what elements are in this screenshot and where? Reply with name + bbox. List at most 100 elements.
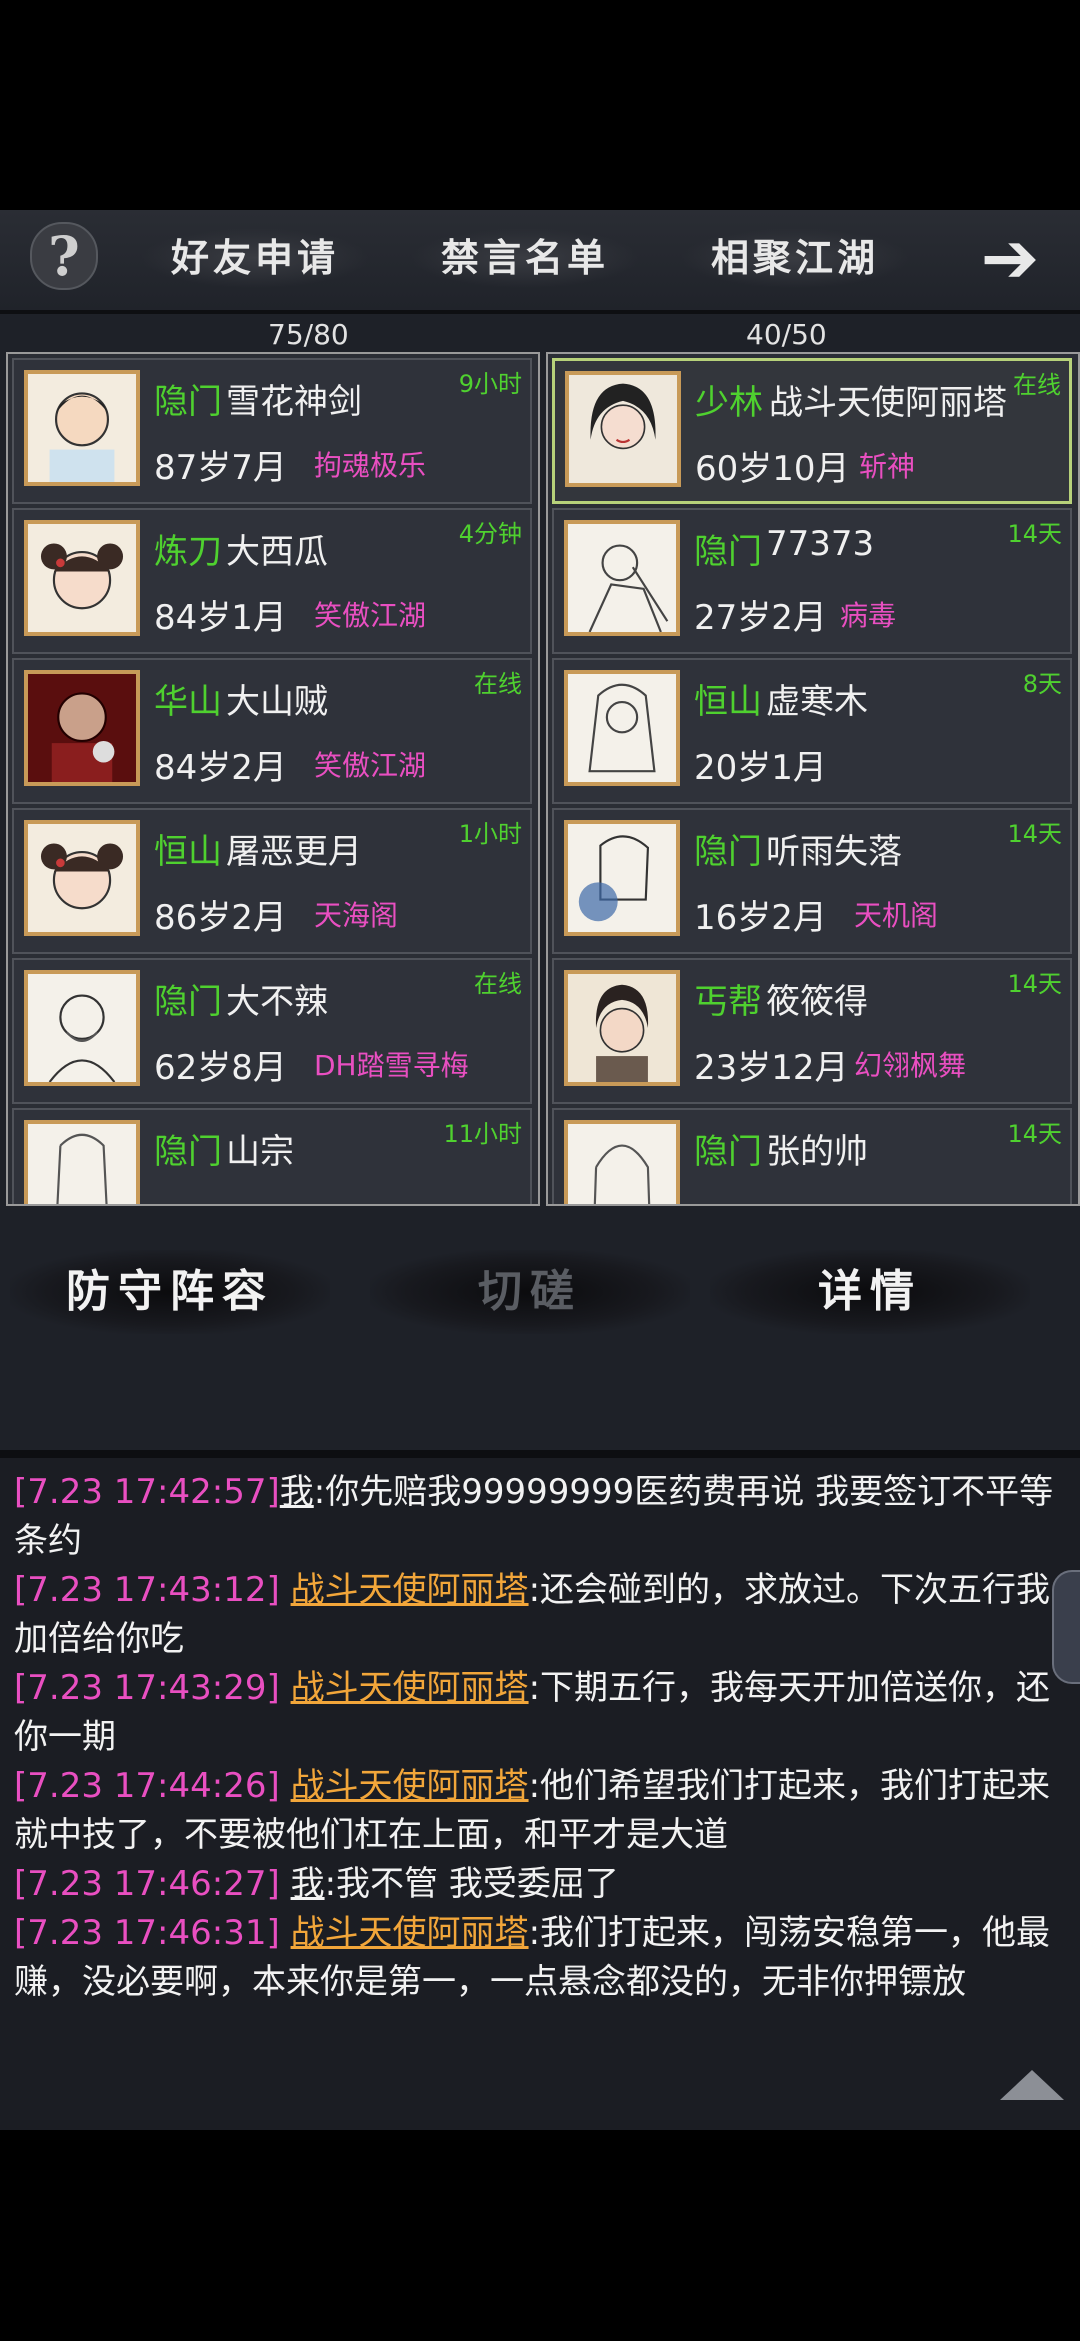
chat-text: :我不管 我受委屈了	[324, 1864, 619, 1904]
avatar	[24, 820, 140, 936]
chat-message: [7.23 17:46:31] 战斗天使阿丽塔:我们打起来，闯荡安稳第一，他最赚…	[14, 1909, 1064, 2007]
chat-timestamp: [7.23 17:44:26]	[14, 1766, 280, 1806]
chat-message: [7.23 17:46:27] 我:我不管 我受委屈了	[14, 1860, 1064, 1909]
avatar	[24, 520, 140, 636]
friend-guild: 幻翎枫舞	[854, 1049, 967, 1082]
right-list-count: 40/50	[746, 318, 827, 351]
avatar	[24, 370, 140, 486]
side-handle-icon[interactable]	[1052, 1570, 1080, 1684]
friend-age: 62岁8月	[154, 1048, 287, 1088]
friend-status: 11小时	[443, 1120, 522, 1148]
chat-speaker[interactable]: 战斗天使阿丽塔	[291, 1766, 529, 1806]
friend-age: 27岁2月	[694, 598, 827, 638]
friend-card[interactable]: 恒山 虚寒木 20岁1月 8天	[552, 658, 1072, 804]
friend-card-selected[interactable]: 少林 战斗天使阿丽塔 60岁10月 斩神 在线	[552, 358, 1072, 504]
avatar	[564, 520, 680, 636]
avatar	[564, 1120, 680, 1204]
friend-name: 虚寒木	[766, 682, 868, 722]
top-nav: ? 好友申请 禁言名单 相聚江湖 ➔	[0, 210, 1080, 314]
friend-sect: 隐门	[154, 982, 222, 1022]
friend-card[interactable]: 炼刀 大西瓜 84岁1月 笑傲江湖 4分钟	[12, 508, 532, 654]
left-list-count: 75/80	[268, 318, 349, 351]
next-arrow-icon[interactable]: ➔	[960, 218, 1060, 298]
help-button[interactable]: ?	[30, 222, 98, 290]
friend-card[interactable]: 隐门 听雨失落 16岁2月 天机阁 14天	[552, 808, 1072, 954]
friend-name: 战斗天使阿丽塔	[769, 383, 1007, 423]
chat-speaker[interactable]: 战斗天使阿丽塔	[291, 1668, 529, 1708]
chat-timestamp: [7.23 17:46:27]	[14, 1864, 280, 1904]
friend-guild: 笑傲江湖	[314, 599, 427, 632]
friend-sect: 恒山	[154, 832, 222, 872]
friend-guild: 天海阁	[314, 899, 399, 932]
friend-name: 听雨失落	[766, 832, 902, 872]
chat-message: [7.23 17:44:26] 战斗天使阿丽塔:他们希望我们打起来，我们打起来就…	[14, 1762, 1064, 1860]
friend-guild: 笑傲江湖	[314, 749, 427, 782]
friend-status: 1小时	[458, 820, 522, 848]
chat-timestamp: [7.23 17:43:12]	[14, 1570, 280, 1610]
friend-name: 屠恶更月	[226, 832, 362, 872]
friend-name: 张的帅	[766, 1132, 868, 1172]
friend-sect: 隐门	[694, 1132, 762, 1172]
friend-status: 14天	[1007, 820, 1062, 848]
friend-status: 14天	[1007, 520, 1062, 548]
friend-card[interactable]: 隐门 77373 27岁2月 病毒 14天	[552, 508, 1072, 654]
friend-sect: 少林	[695, 383, 763, 423]
friend-name: 雪花神剑	[226, 382, 362, 422]
chat-divider	[0, 1450, 1080, 1458]
chat-log[interactable]: [7.23 17:42:57]我:你先赔我99999999医药费再说 我要签订不…	[0, 1458, 1080, 2130]
friend-card[interactable]: 隐门 雪花神剑 87岁7月 拘魂极乐 9小时	[12, 358, 532, 504]
chat-timestamp: [7.23 17:46:31]	[14, 1913, 280, 1953]
friend-status: 4分钟	[458, 520, 522, 548]
friend-list-left[interactable]: 隐门 雪花神剑 87岁7月 拘魂极乐 9小时 炼刀 大西瓜 84岁1月 笑傲江湖…	[6, 352, 540, 1206]
friend-guild: DH踏雪寻梅	[314, 1049, 469, 1082]
friend-sect: 炼刀	[154, 532, 222, 572]
friend-card[interactable]: 丐帮 筱筱得 23岁12月 幻翎枫舞 14天	[552, 958, 1072, 1104]
scroll-up-icon[interactable]	[1000, 2070, 1064, 2100]
friend-sect: 丐帮	[694, 982, 762, 1022]
avatar	[24, 970, 140, 1086]
friend-name: 大不辣	[226, 982, 328, 1022]
friend-status: 14天	[1007, 1120, 1062, 1148]
friend-sect: 隐门	[154, 382, 222, 422]
chat-message: [7.23 17:43:29] 战斗天使阿丽塔:下期五行，我每天开加倍送你，还你…	[14, 1664, 1064, 1762]
friend-sect: 隐门	[694, 532, 762, 572]
friend-age: 60岁10月	[695, 449, 850, 489]
defense-lineup-button[interactable]: 防守阵容	[10, 1250, 330, 1334]
friend-sect: 华山	[154, 682, 222, 722]
friend-list-right[interactable]: 少林 战斗天使阿丽塔 60岁10月 斩神 在线 隐门 77373 27岁2月 病…	[546, 352, 1080, 1206]
friend-age: 20岁1月	[694, 748, 827, 788]
avatar	[24, 1120, 140, 1204]
friend-name: 大山贼	[226, 682, 328, 722]
friend-guild: 斩神	[859, 450, 916, 483]
tab-friend-requests[interactable]: 好友申请	[140, 228, 370, 288]
tab-mute-list[interactable]: 禁言名单	[410, 228, 640, 288]
chat-timestamp: [7.23 17:42:57]	[14, 1472, 280, 1512]
friend-status: 在线	[1013, 371, 1061, 399]
avatar	[565, 371, 681, 487]
chat-message: [7.23 17:43:12] 战斗天使阿丽塔:还会碰到的，求放过。下次五行我加…	[14, 1566, 1064, 1664]
chat-timestamp: [7.23 17:43:29]	[14, 1668, 280, 1708]
friend-card[interactable]: 华山 大山贼 84岁2月 笑傲江湖 在线	[12, 658, 532, 804]
friend-name: 77373	[766, 524, 875, 564]
chat-speaker[interactable]: 我	[280, 1472, 314, 1512]
friend-name: 筱筱得	[766, 982, 868, 1022]
friend-guild: 拘魂极乐	[314, 449, 427, 482]
friend-status: 14天	[1007, 970, 1062, 998]
friend-name: 大西瓜	[226, 532, 328, 572]
avatar	[24, 670, 140, 786]
friend-age: 84岁2月	[154, 748, 287, 788]
friend-guild: 病毒	[840, 599, 897, 632]
tab-gather-jianghu[interactable]: 相聚江湖	[680, 228, 910, 288]
friend-card[interactable]: 隐门 大不辣 62岁8月 DH踏雪寻梅 在线	[12, 958, 532, 1104]
chat-speaker[interactable]: 战斗天使阿丽塔	[291, 1570, 529, 1610]
friend-card[interactable]: 隐门 山宗 11小时	[12, 1108, 532, 1204]
friends-screen: ? 好友申请 禁言名单 相聚江湖 ➔ 75/80 40/50 隐门 雪花神剑 8…	[0, 210, 1080, 2130]
chat-speaker[interactable]: 战斗天使阿丽塔	[291, 1913, 529, 1953]
chat-speaker[interactable]: 我	[291, 1864, 325, 1904]
avatar	[564, 820, 680, 936]
friend-card[interactable]: 隐门 张的帅 14天	[552, 1108, 1072, 1204]
friend-card[interactable]: 恒山 屠恶更月 86岁2月 天海阁 1小时	[12, 808, 532, 954]
spar-button[interactable]: 切磋	[370, 1250, 690, 1334]
friend-sect: 隐门	[154, 1132, 222, 1172]
details-button[interactable]: 详情	[710, 1250, 1030, 1334]
